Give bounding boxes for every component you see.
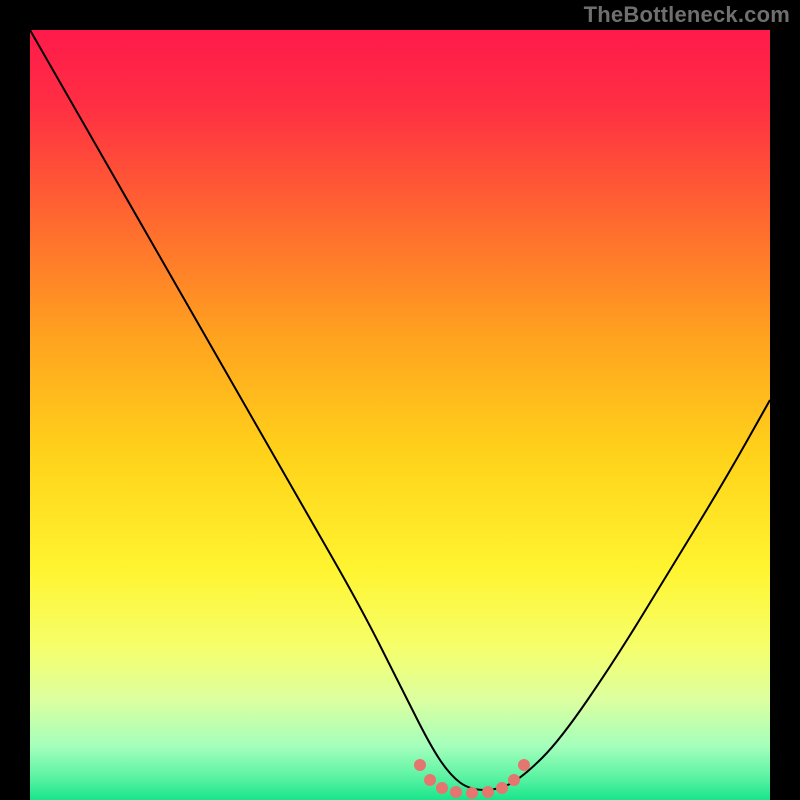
highlight-dot [424, 774, 436, 786]
chart-svg [0, 0, 800, 800]
highlight-dot [482, 786, 494, 798]
chart-frame: { "watermark": "TheBottleneck.com", "cha… [0, 0, 800, 800]
highlight-dot [436, 782, 448, 794]
highlight-dot [450, 786, 462, 798]
highlight-dot [496, 782, 508, 794]
watermark-text: TheBottleneck.com [584, 2, 790, 28]
highlight-dot [414, 759, 426, 771]
highlight-dot [508, 774, 520, 786]
highlight-dot [466, 787, 478, 799]
highlight-dot [518, 759, 530, 771]
